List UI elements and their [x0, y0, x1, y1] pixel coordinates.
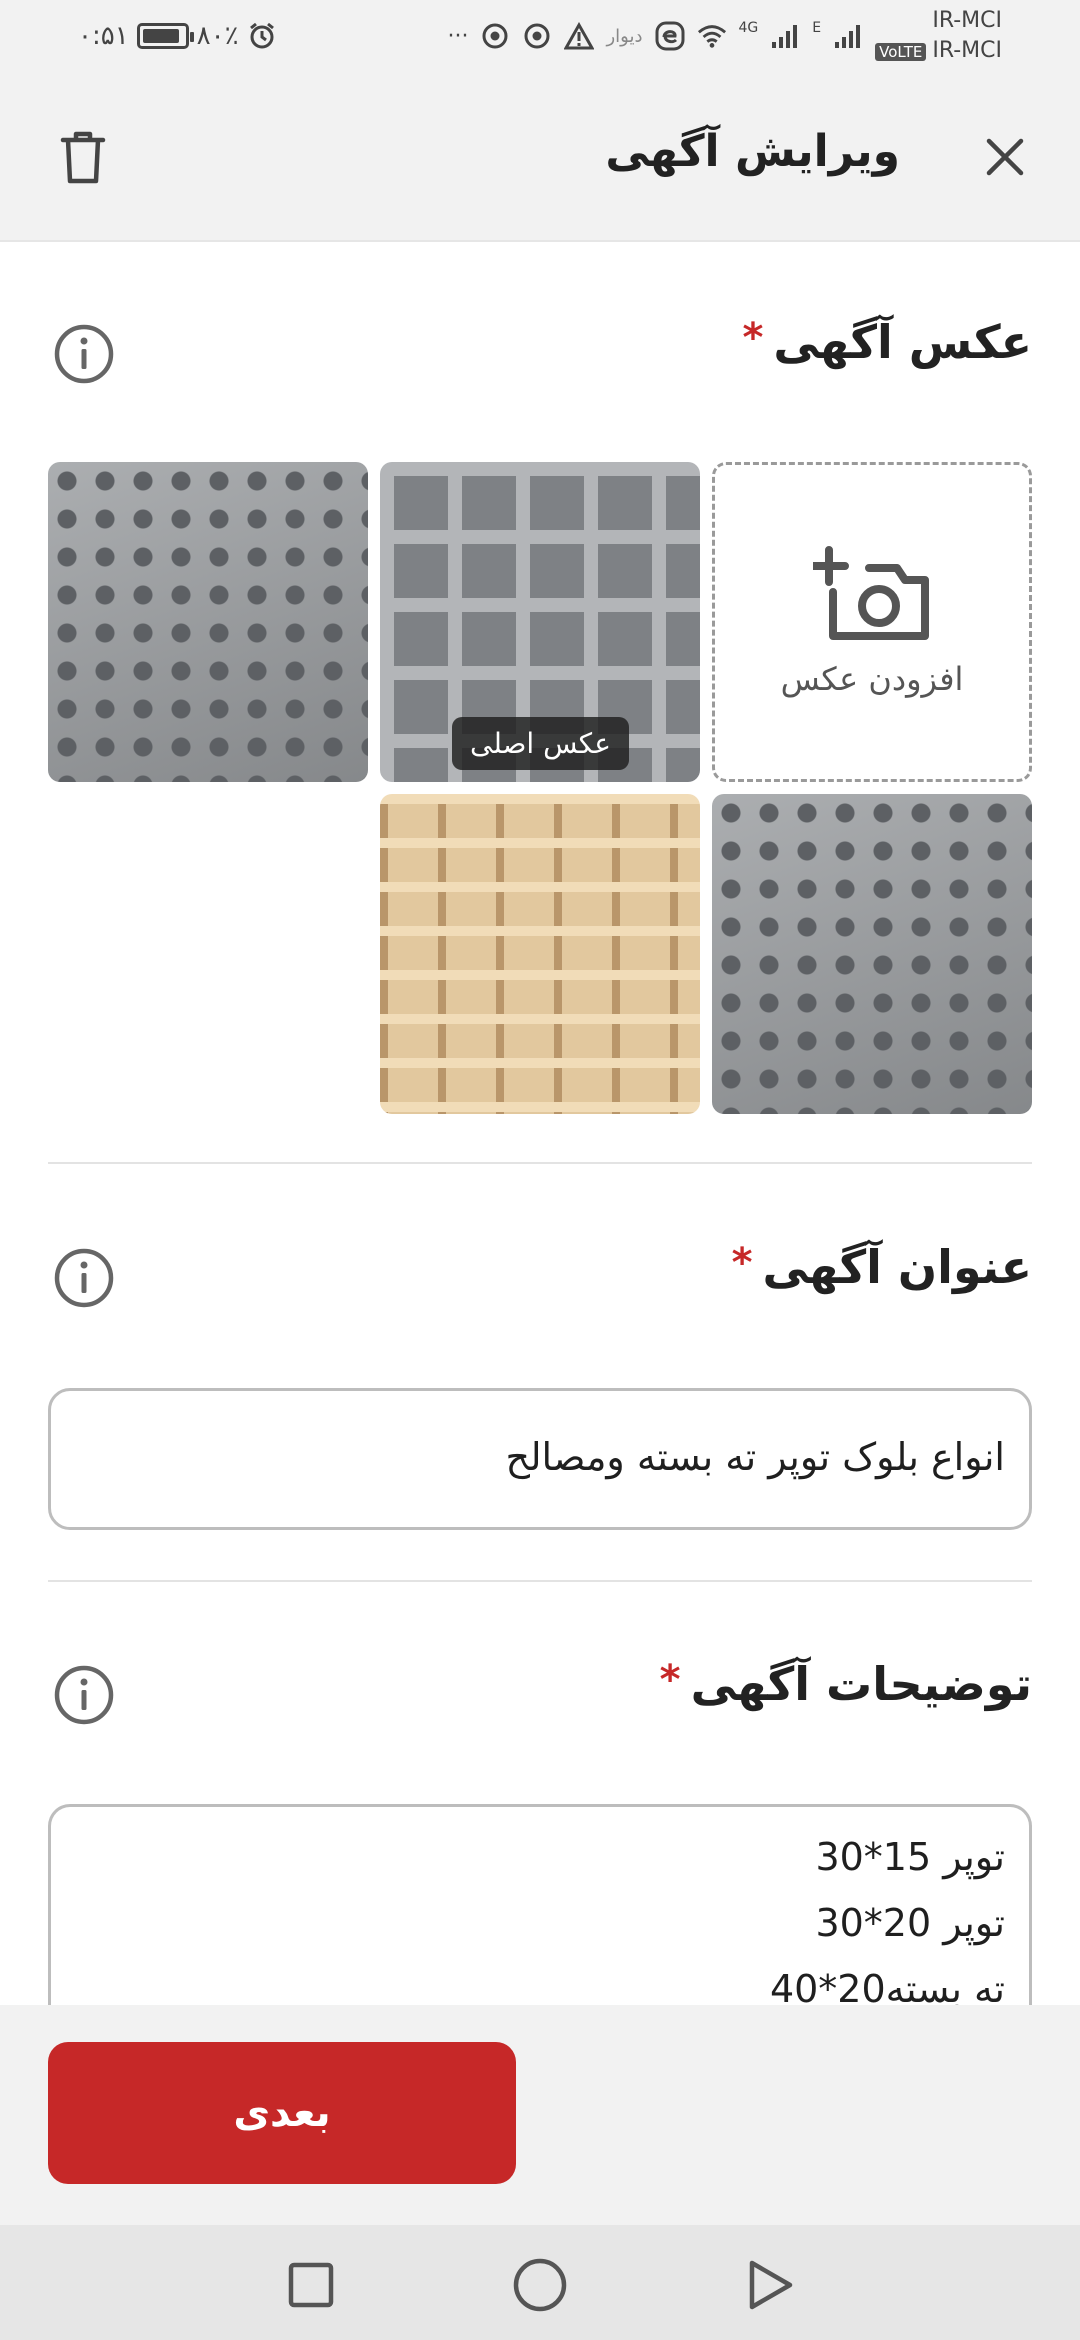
- app-notification-icon: [655, 21, 685, 51]
- wifi-icon: [697, 21, 727, 51]
- info-icon: [54, 1248, 114, 1308]
- ad-title-value: انواع بلوک توپر ته بسته ومصالح: [505, 1435, 1005, 1479]
- network-type-2: E: [812, 20, 822, 36]
- volte-badge: VoLTE: [875, 42, 927, 61]
- battery-percent: ۸۰٪: [196, 21, 239, 51]
- bottom-action-bar: بعدی: [0, 2005, 1080, 2225]
- delete-button[interactable]: [48, 122, 118, 192]
- ad-photo-main[interactable]: عکس اصلی: [380, 462, 700, 782]
- status-right: ··· دیوار 4G E IR-MCI VoLTE IR-MCI: [447, 6, 1002, 66]
- info-icon: [54, 324, 114, 384]
- app-header: ویرایش آگهی: [0, 72, 1080, 242]
- next-button[interactable]: بعدی: [48, 2042, 516, 2184]
- chrome-icon: [522, 21, 552, 51]
- info-icon: [54, 1665, 114, 1725]
- ad-photo[interactable]: [380, 794, 700, 1114]
- main-photo-badge: عکس اصلی: [452, 717, 629, 770]
- edit-ad-screen: ۰:۵۱ ۸۰٪ ··· دیوار 4G E IR-MCI VoLTE IR-…: [0, 0, 1080, 2340]
- required-mark: *: [659, 1657, 681, 1703]
- ad-title-section-title: عنوان آگهی*: [732, 1240, 1032, 1294]
- ad-title-input[interactable]: انواع بلوک توپر ته بسته ومصالح: [48, 1388, 1032, 1530]
- photos-section-title: عکس آگهی*: [742, 315, 1032, 369]
- carrier-1: IR-MCI: [932, 7, 1002, 33]
- trash-icon: [60, 131, 106, 184]
- photos-title-text: عکس آگهی: [773, 315, 1032, 369]
- status-bar: ۰:۵۱ ۸۰٪ ··· دیوار 4G E IR-MCI VoLTE IR-…: [0, 0, 1080, 72]
- description-label: توضیحات آگهی: [690, 1657, 1032, 1711]
- divar-app-label: دیوار: [606, 25, 643, 47]
- description-line: توپر 20*30: [815, 1901, 1005, 1945]
- alarm-icon: [247, 21, 277, 51]
- carrier-2: IR-MCI: [932, 37, 1002, 63]
- close-button[interactable]: [970, 122, 1040, 192]
- square-icon: [288, 2262, 334, 2308]
- carrier-info: IR-MCI VoLTE IR-MCI: [875, 6, 1002, 67]
- page-title: ویرایش آگهی: [605, 126, 900, 177]
- divider: [48, 1580, 1032, 1582]
- network-type: 4G: [738, 20, 759, 36]
- recents-button[interactable]: [281, 2255, 341, 2315]
- ad-title-label: عنوان آگهی: [762, 1240, 1032, 1294]
- description-info-button[interactable]: [52, 1663, 116, 1727]
- description-line: توپر 15*30: [815, 1835, 1005, 1879]
- ad-photo[interactable]: [712, 794, 1032, 1114]
- divider: [48, 1162, 1032, 1164]
- triangle-icon: [749, 2260, 793, 2310]
- more-notifications-icon: ···: [447, 23, 469, 49]
- warning-icon: [564, 21, 595, 51]
- add-photo-button[interactable]: افزودن عکس: [712, 462, 1032, 782]
- signal-icon: [833, 21, 863, 51]
- clock: ۰:۵۱: [78, 21, 129, 51]
- chrome-icon: [480, 21, 510, 51]
- add-camera-icon: [813, 546, 929, 640]
- ad-photo[interactable]: [48, 462, 368, 782]
- status-left: ۰:۵۱ ۸۰٪: [78, 16, 277, 56]
- required-mark: *: [742, 315, 764, 361]
- ad-title-info-button[interactable]: [52, 1246, 116, 1310]
- carrier-2-row: VoLTE IR-MCI: [875, 36, 1002, 67]
- photos-info-button[interactable]: [52, 322, 116, 386]
- add-photo-label: افزودن عکس: [780, 660, 964, 698]
- description-section-title: توضیحات آگهی*: [660, 1657, 1032, 1711]
- circle-icon: [513, 2258, 567, 2312]
- home-button[interactable]: [510, 2255, 570, 2315]
- back-button[interactable]: [740, 2255, 800, 2315]
- system-nav-bar: [0, 2225, 1080, 2340]
- signal-icon: [770, 21, 800, 51]
- close-icon: [986, 138, 1024, 176]
- required-mark: *: [731, 1240, 753, 1286]
- battery-icon: [136, 23, 194, 49]
